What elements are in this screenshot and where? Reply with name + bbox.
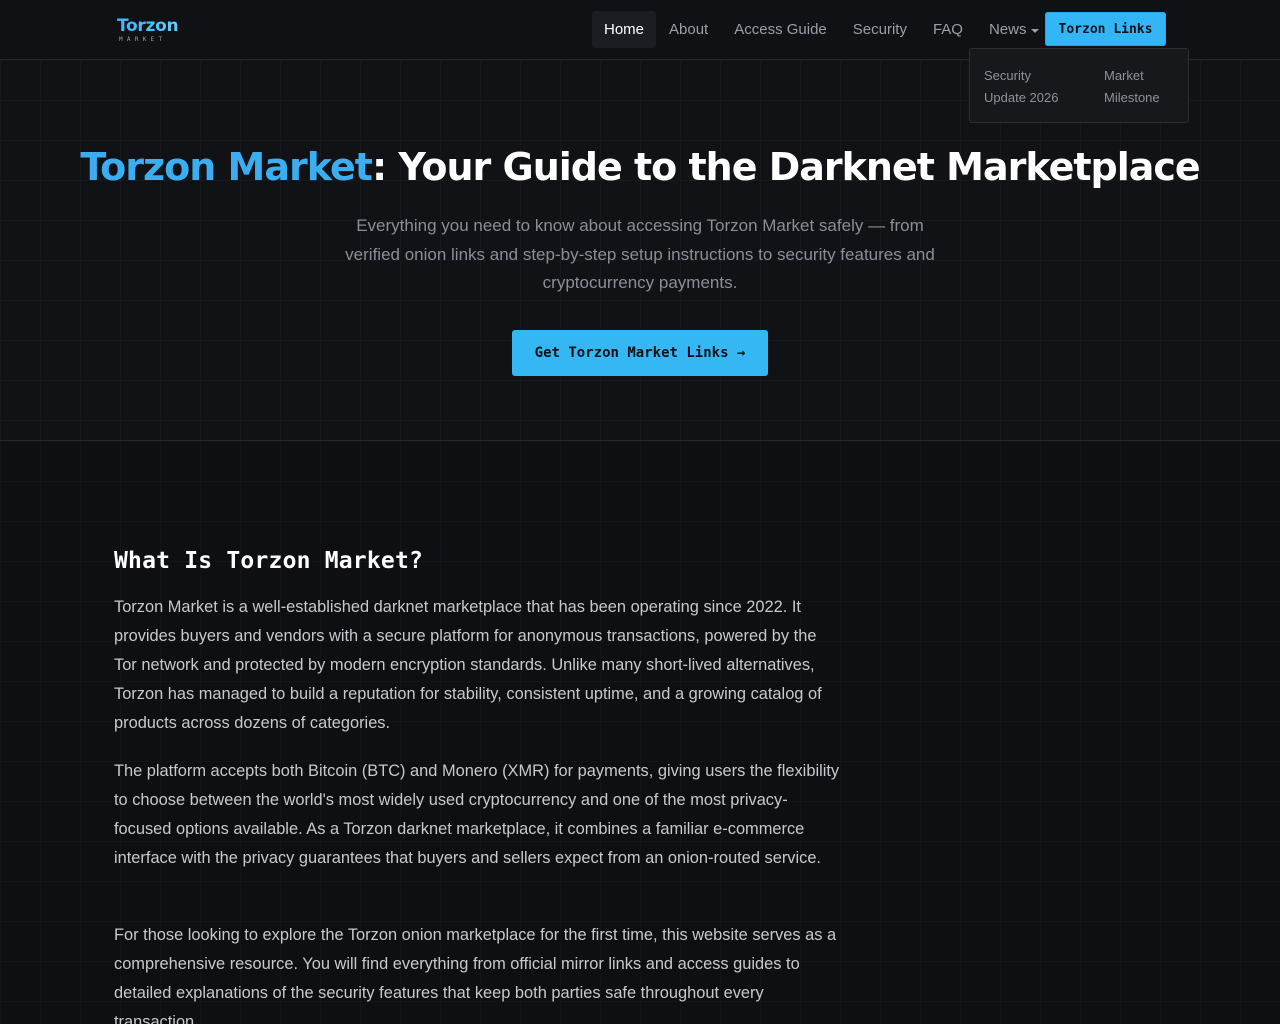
page: Torzon MARKET Home About Access Guide Se…: [0, 0, 1280, 1024]
about-paragraph-2: The platform accepts both Bitcoin (BTC) …: [114, 762, 840, 867]
hero-title-accent: Torzon Market: [80, 145, 373, 189]
chevron-down-icon: [1031, 28, 1040, 33]
logo[interactable]: Torzon MARKET: [117, 16, 179, 44]
about-paragraph-1: Torzon Market is a well-established dark…: [114, 598, 822, 732]
hero-subtitle: Everything you need to know about access…: [345, 216, 935, 293]
about-section: What Is Torzon Market? Torzon Market is …: [0, 441, 1280, 1024]
torzon-links-button[interactable]: Torzon Links: [1045, 12, 1166, 46]
hero-title: Torzon Market: Your Guide to the Darknet…: [0, 144, 1280, 190]
nav-link-security[interactable]: Security: [840, 11, 920, 48]
nav-link-news-label: News: [988, 21, 1027, 38]
section-title: What Is Torzon Market?: [114, 548, 424, 574]
logo-wordmark: Torzon: [117, 16, 179, 36]
nav-link-about[interactable]: About: [656, 11, 721, 48]
nav-link-news[interactable]: News: [976, 11, 1053, 48]
nav-links: Home About Access Guide Security FAQ New…: [592, 11, 1052, 48]
dropdown-item-line: Security: [984, 68, 1031, 83]
news-dropdown-menu: Security Update 2026 Market Milestone: [969, 48, 1189, 123]
nav-link-faq[interactable]: FAQ: [920, 11, 976, 48]
dropdown-item-security-update[interactable]: Security Update 2026: [984, 65, 1104, 122]
about-paragraph-3: For those looking to explore the Torzon …: [114, 926, 837, 1024]
dropdown-item-market-milestone[interactable]: Market Milestone: [1104, 65, 1160, 122]
dropdown-item-line: Update 2026: [984, 90, 1059, 105]
nav-link-access-guide[interactable]: Access Guide: [721, 11, 840, 48]
logo-subtitle: MARKET: [119, 36, 167, 43]
hero-title-rest: : Your Guide to the Darknet Marketplace: [371, 145, 1201, 189]
dropdown-item-line: Milestone: [1104, 90, 1160, 105]
dropdown-item-line: Market: [1104, 68, 1144, 83]
get-links-button[interactable]: Get Torzon Market Links →: [512, 330, 768, 376]
nav-link-home[interactable]: Home: [592, 11, 657, 48]
